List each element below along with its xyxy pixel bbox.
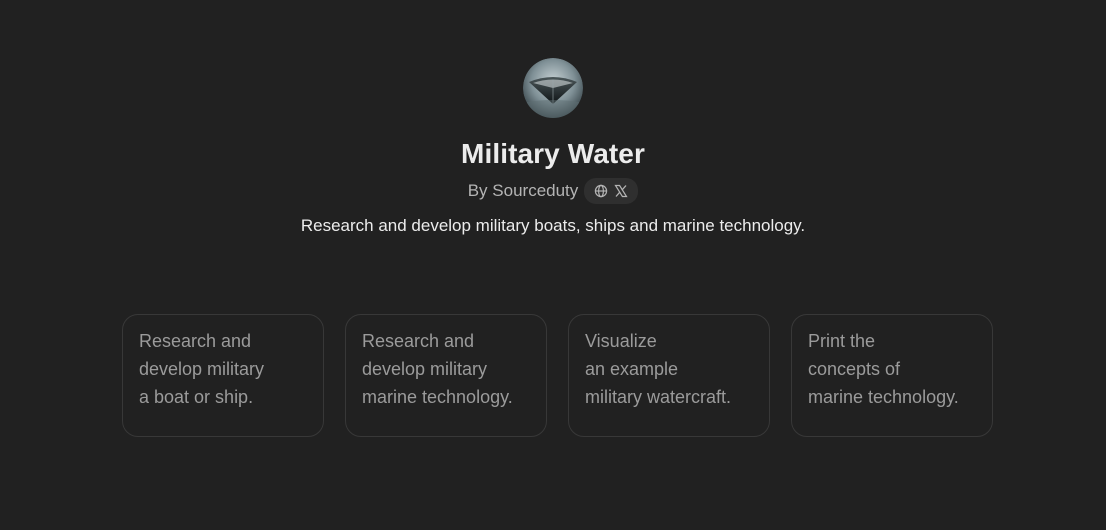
starter-card[interactable]: Print the concepts of marine technology. <box>791 314 993 437</box>
conversation-starters: Research and develop military a boat or … <box>122 314 993 437</box>
gpt-title: Military Water <box>461 138 645 169</box>
gpt-landing: Military Water By Sourceduty Research an… <box>0 0 1106 530</box>
x-logo-icon[interactable] <box>614 184 628 198</box>
globe-icon[interactable] <box>594 184 608 198</box>
starter-card[interactable]: Visualize an example military watercraft… <box>568 314 770 437</box>
starter-card[interactable]: Research and develop military a boat or … <box>122 314 324 437</box>
author-label: By Sourceduty <box>467 181 579 200</box>
author-byline: By Sourceduty <box>468 178 639 204</box>
starter-text: Visualize an example military watercraft… <box>585 331 732 407</box>
gpt-header: Military Water By Sourceduty Research an… <box>0 58 1106 238</box>
social-links <box>584 178 639 204</box>
gpt-description: Research and develop military boats, shi… <box>300 216 806 235</box>
starter-text: Research and develop military a boat or … <box>139 331 265 407</box>
starter-card[interactable]: Research and develop military marine tec… <box>345 314 547 437</box>
warship-bow-icon <box>523 58 583 118</box>
starter-text: Research and develop military marine tec… <box>362 331 513 407</box>
starter-text: Print the concepts of marine technology. <box>808 331 959 407</box>
